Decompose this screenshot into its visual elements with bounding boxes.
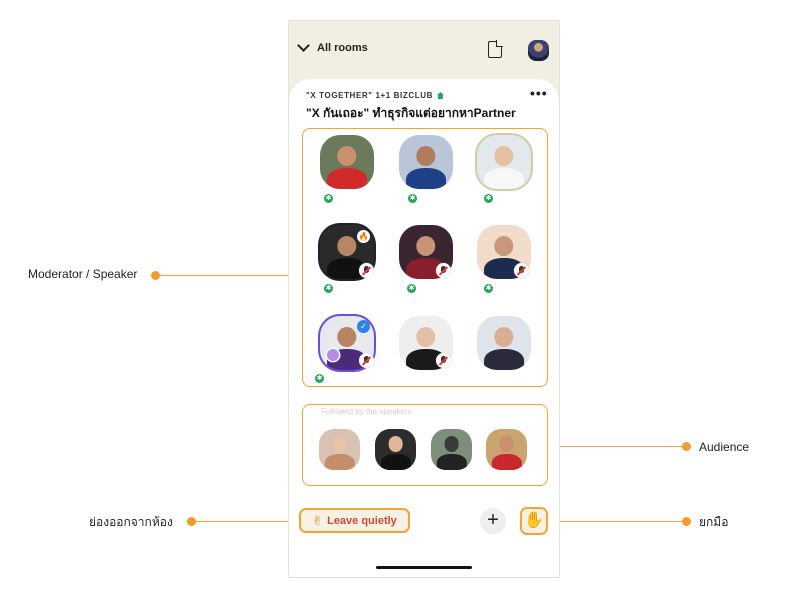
callout-line-moderator (160, 275, 302, 276)
audience-avatar[interactable] (486, 429, 527, 470)
callout-line-leave (196, 521, 300, 522)
moderator-badge-icon: ✱ (484, 194, 493, 203)
peace-hand-icon: ✌ (312, 512, 324, 528)
moderator-badge-icon: ✱ (408, 194, 417, 203)
callout-audience: Audience (699, 440, 750, 454)
speaker-avatar[interactable] (477, 316, 531, 370)
speaker-avatar[interactable] (399, 135, 453, 189)
muted-mic-icon (436, 353, 451, 368)
profile-avatar[interactable] (528, 40, 549, 61)
callout-line-raise-hand (548, 521, 683, 522)
callout-dot-raise-hand (682, 517, 691, 526)
callout-raise-hand: ยกมือ (699, 515, 729, 529)
muted-mic-icon (359, 353, 374, 368)
room-title: "X กันเถอะ" ทำธุรกิจแต่อยากหาPartner (306, 106, 516, 120)
speakers-section: ✱ ✱ ✱ 🔥 ✱ ✱ ✱ ✓ ✱ (302, 128, 548, 387)
moderator-badge-icon: ✱ (324, 194, 333, 203)
club-label: "X TOGETHER" 1+1 BIZCLUB (306, 91, 433, 100)
document-icon[interactable] (488, 40, 503, 58)
raise-hand-button[interactable]: ✋ (520, 507, 548, 535)
house-icon (436, 92, 444, 99)
profile-badge-icon (327, 349, 339, 361)
all-rooms-button[interactable]: All rooms (297, 39, 368, 54)
audience-avatar[interactable] (319, 429, 360, 470)
callout-moderator-speaker: Moderator / Speaker (28, 267, 138, 281)
followed-by-speakers-label: Followed by the speakers (321, 407, 412, 416)
callout-leave-quietly: ย่องออกจากห้อง (89, 515, 173, 529)
muted-mic-icon (436, 263, 451, 278)
club-name[interactable]: "X TOGETHER" 1+1 BIZCLUB (306, 91, 444, 100)
room-sheet: "X TOGETHER" 1+1 BIZCLUB ••• "X กันเถอะ"… (289, 79, 559, 577)
chevron-down-icon (297, 39, 310, 52)
annotated-screenshot: Moderator / Speaker Audience ย่องออกจากห… (0, 0, 800, 597)
plus-button[interactable]: + (480, 508, 506, 534)
all-rooms-label: All rooms (317, 42, 368, 54)
moderator-badge-icon: ✱ (324, 284, 333, 293)
speaker-avatar[interactable] (477, 135, 531, 189)
audience-avatar[interactable] (375, 429, 416, 470)
speaker-avatar[interactable] (320, 135, 374, 189)
more-options-button[interactable]: ••• (530, 85, 548, 101)
audience-section: Followed by the speakers (302, 404, 548, 486)
callout-dot-moderator (151, 271, 160, 280)
raise-hand-icon: ✋ (524, 512, 544, 529)
top-bar: All rooms (289, 21, 559, 79)
audience-avatar[interactable] (431, 429, 472, 470)
home-indicator (376, 566, 472, 569)
muted-mic-icon (514, 263, 529, 278)
leave-quietly-label: Leave quietly (327, 514, 397, 527)
callout-dot-audience (682, 442, 691, 451)
verified-check-icon: ✓ (357, 320, 370, 333)
fire-icon: 🔥 (357, 230, 370, 243)
moderator-badge-icon: ✱ (484, 284, 493, 293)
moderator-badge-icon: ✱ (407, 284, 416, 293)
moderator-badge-icon: ✱ (315, 374, 324, 383)
phone-screen: All rooms "X TOGETHER" 1+1 BIZCLUB ••• "… (289, 21, 559, 577)
muted-mic-icon (359, 263, 374, 278)
callout-dot-leave (187, 517, 196, 526)
leave-quietly-button[interactable]: ✌ Leave quietly (299, 508, 410, 533)
callout-line-audience (556, 446, 683, 447)
